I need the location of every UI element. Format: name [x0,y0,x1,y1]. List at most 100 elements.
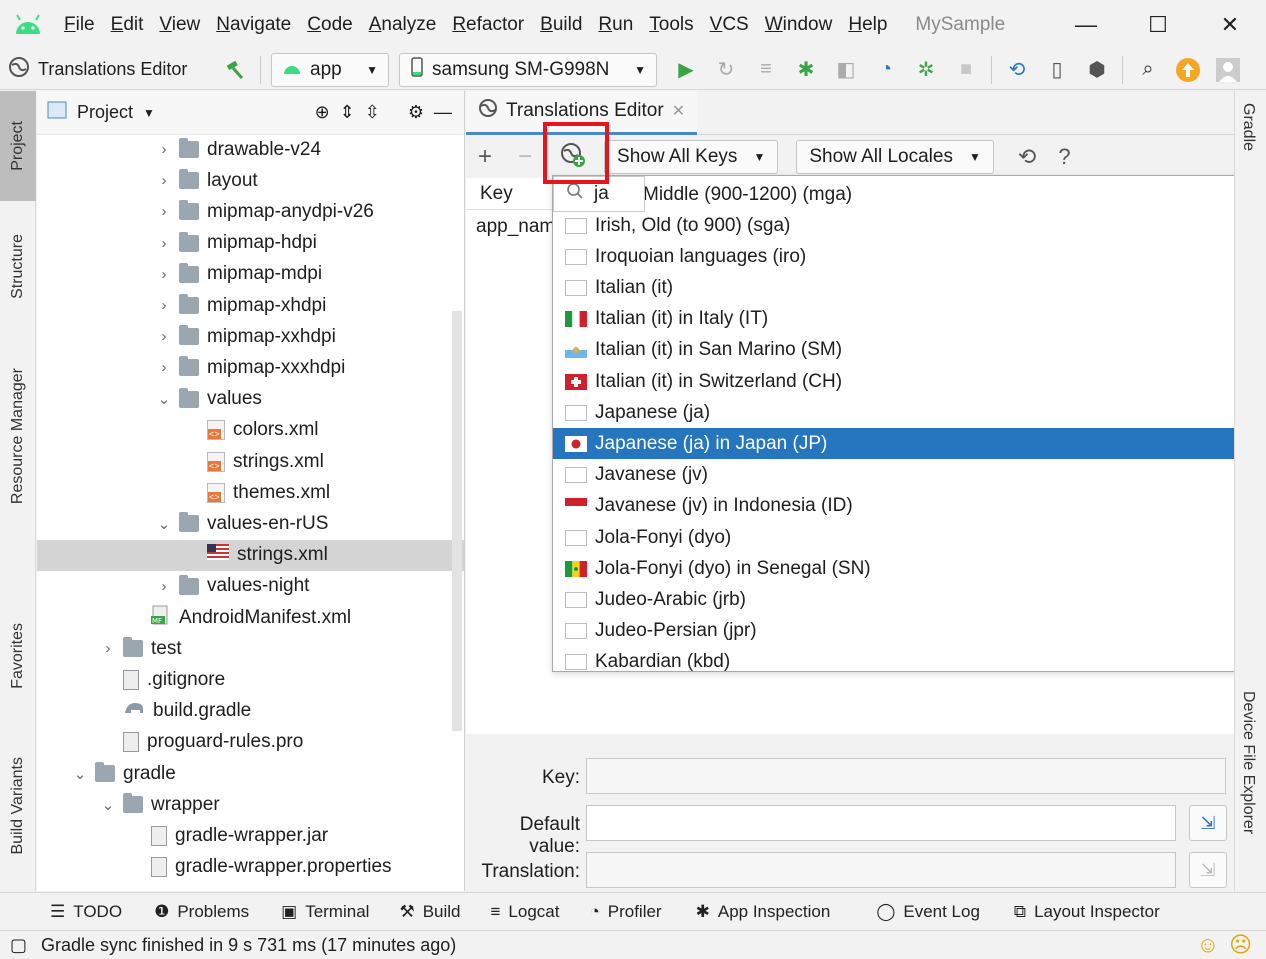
minimize-button[interactable]: — [1050,0,1122,50]
tree-item[interactable]: ⌄ wrapper [101,789,220,820]
sdk-manager-icon[interactable]: ⬢ [1082,55,1112,85]
tool-windows-icon[interactable]: ▢ [10,935,27,956]
menu-build[interactable]: Build [532,14,590,36]
tool-tab-profiler[interactable]: ◔ Profiler [589,902,661,922]
tool-tab-logcat[interactable]: ≡ Logcat [491,902,560,922]
feedback-happy-icon[interactable]: ☺ [1197,932,1219,958]
tool-tab-terminal[interactable]: ▣ Terminal [281,902,369,922]
locale-item[interactable]: Jola-Fonyi (dyo) [553,522,1265,553]
locale-item[interactable]: Irish, Old (to 900) (sga) [553,210,1265,241]
chevron-right-icon[interactable]: › [157,359,171,376]
locale-item[interactable]: Italian (it) in Italy (IT) [553,304,1265,335]
status-message[interactable]: Gradle sync finished in 9 s 731 ms (17 m… [41,935,456,956]
expand-all-icon[interactable]: ⇕ [340,102,355,123]
tool-tab-build[interactable]: ⚒ Build [399,902,460,922]
feedback-sad-icon[interactable]: ☹ [1229,932,1252,958]
menu-view[interactable]: View [151,14,208,36]
chevron-right-icon[interactable]: › [157,203,171,220]
locale-item[interactable]: Italian (it) in San Marino (SM) [553,335,1265,366]
tree-item[interactable]: gradle-wrapper.jar [129,820,328,851]
locale-item[interactable]: Japanese (ja) in Japan (JP) [553,428,1265,460]
maximize-button[interactable]: ☐ [1122,0,1194,50]
close-tab-icon[interactable]: ✕ [672,101,685,121]
locale-item[interactable]: Iroquoian languages (iro) [553,241,1265,272]
tree-item[interactable]: › mipmap-xhdpi [157,290,326,321]
chevron-down-icon[interactable]: ⌄ [157,390,171,408]
locale-item-partial[interactable]: Middle (900-1200) (mga) [553,179,1265,210]
menu-vcs[interactable]: VCS [702,14,757,36]
chevron-right-icon[interactable]: › [157,578,171,595]
locale-item[interactable]: Judeo-Persian (jpr) [553,616,1265,647]
module-select[interactable]: app ▼ [271,52,389,87]
tree-item[interactable]: strings.xml [185,446,324,477]
edit-default-button[interactable]: ⇲ [1189,805,1227,841]
tree-item[interactable]: › mipmap-xxhdpi [157,321,336,352]
tree-item[interactable]: strings.xml [37,539,464,571]
tree-item[interactable]: themes.xml [185,477,330,508]
tree-item[interactable]: ⌄ gradle [73,758,176,789]
device-select[interactable]: samsung SM-G998N ▼ [399,52,657,87]
chevron-down-icon[interactable]: ⌄ [101,796,115,814]
chevron-right-icon[interactable]: › [157,235,171,252]
tree-item[interactable]: .gitignore [101,664,225,695]
tree-item[interactable]: › mipmap-xxxhdpi [157,352,345,383]
breadcrumb-file[interactable]: Translations Editor [38,59,187,80]
tree-item[interactable]: MF AndroidManifest.xml [129,602,351,633]
avd-manager-icon[interactable]: ▯ [1042,55,1072,85]
locale-item[interactable]: Jola-Fonyi (dyo) in Senegal (SN) [553,553,1265,584]
make-project-hammer-icon[interactable] [220,55,250,85]
tree-item[interactable]: ⌄ values [157,384,262,415]
menu-refactor[interactable]: Refactor [444,14,532,36]
sync-gradle-icon[interactable]: ⟲ [1002,55,1032,85]
menu-code[interactable]: Code [299,14,360,36]
chevron-right-icon[interactable]: › [157,328,171,345]
tree-item[interactable]: › drawable-v24 [157,134,321,165]
help-icon[interactable]: ? [1058,144,1070,170]
table-row-key[interactable]: app_nam [476,216,555,238]
tool-tab-event-log[interactable]: ◯ Event Log [876,902,980,922]
chevron-down-icon[interactable]: ⌄ [157,515,171,533]
tree-item[interactable]: › layout [157,165,258,196]
chevron-down-icon[interactable]: ▼ [143,106,155,120]
key-field[interactable] [586,758,1226,794]
tool-tab-app-inspection[interactable]: ✱ App Inspection [696,902,831,922]
tab-build-variants[interactable]: Build Variants [0,731,36,881]
edit-translation-button[interactable]: ⇲ [1189,852,1227,888]
default-value-field[interactable] [586,805,1176,841]
apply-code-changes-icon[interactable]: ≡ [751,55,781,85]
tree-item[interactable]: build.gradle [101,696,251,727]
tab-device-file-explorer[interactable]: Device File Explorer [1239,691,1257,839]
tree-item[interactable]: › mipmap-mdpi [157,259,322,290]
profile-icon[interactable]: ◔ [871,55,901,85]
locale-item[interactable]: Kabardian (kbd) [553,647,1265,671]
tab-structure[interactable]: Structure [0,211,36,321]
tree-item[interactable]: colors.xml [185,415,319,446]
search-icon[interactable]: ⌕ [1133,55,1163,85]
debug-icon[interactable]: ✱ [791,55,821,85]
stop-icon[interactable]: ■ [951,55,981,85]
chevron-right-icon[interactable]: › [157,266,171,283]
locate-file-icon[interactable]: ⊕ [315,102,330,123]
chevron-right-icon[interactable]: › [157,297,171,314]
tree-item[interactable]: proguard-rules.pro [101,727,303,758]
chevron-right-icon[interactable]: › [157,141,171,158]
hide-panel-icon[interactable]: — [434,102,452,123]
update-icon[interactable] [1173,55,1203,85]
locale-item[interactable]: Japanese (ja) [553,397,1265,428]
chevron-right-icon[interactable]: › [101,640,115,657]
menu-window[interactable]: Window [757,14,841,36]
tool-tab-todo[interactable]: ☰ TODO [50,902,122,922]
tab-resource-manager[interactable]: Resource Manager [0,341,36,531]
show-locales-filter[interactable]: Show All Locales ▼ [796,140,994,174]
menu-edit[interactable]: Edit [103,14,152,36]
chevron-right-icon[interactable]: › [157,172,171,189]
tab-favorites[interactable]: Favorites [0,601,36,711]
project-scrollbar[interactable] [452,311,462,731]
add-key-icon[interactable]: + [478,143,492,171]
show-keys-filter[interactable]: Show All Keys ▼ [604,140,779,174]
reload-icon[interactable]: ⟲ [1018,144,1036,170]
attach-debugger-icon[interactable]: ✲ [911,55,941,85]
tree-item[interactable]: gradle-wrapper.properties [129,852,392,883]
tool-tab-layout-inspector[interactable]: ⧉ Layout Inspector [1014,902,1160,922]
locale-item[interactable]: Javanese (jv) [553,460,1265,491]
